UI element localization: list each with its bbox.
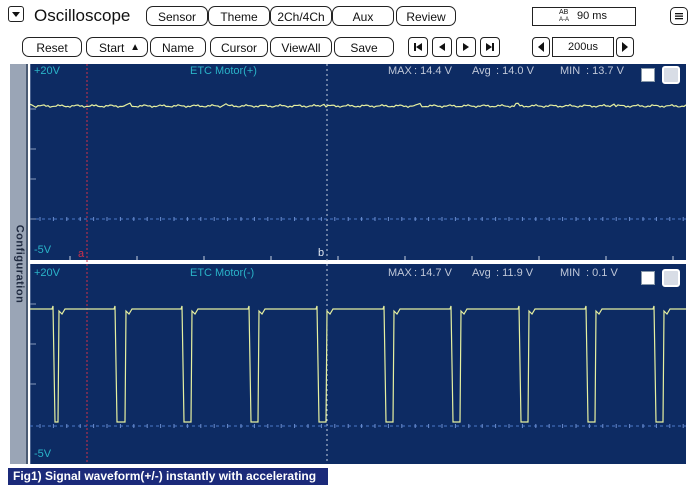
ch1-top-label: +20V	[34, 65, 60, 77]
ch1-max-label: MAX	[388, 65, 412, 77]
channels-button[interactable]: 2Ch/4Ch	[270, 6, 332, 26]
ch2-max-label: MAX	[388, 267, 412, 279]
ch2-name: ETC Motor(-)	[190, 267, 255, 279]
ch2-trace	[30, 305, 686, 423]
ch2-settings-button[interactable]	[662, 269, 680, 287]
ch1-trace	[30, 102, 686, 109]
skip-end-icon[interactable]	[480, 37, 500, 57]
cursor-b-label[interactable]: b	[318, 247, 324, 259]
save-button[interactable]: Save	[334, 37, 394, 57]
sample-rate-icon-sub: A-A	[559, 17, 570, 23]
control-toolbar: Reset Start ▲︎ Name Cursor ViewAll Save …	[0, 34, 700, 64]
cursor-a-label[interactable]: a	[78, 248, 84, 260]
ch1-min-value: : 13.7 V	[586, 65, 624, 77]
ch2-max-value: : 14.7 V	[414, 267, 452, 279]
ch1-settings-button[interactable]	[662, 66, 680, 84]
sample-rate-display[interactable]: AB A-A 90 ms	[532, 7, 636, 26]
ch2-bottom-label: -5V	[34, 448, 52, 460]
ch1-checkbox[interactable]	[641, 68, 655, 82]
top-toolbar: Oscilloscope Sensor Theme 2Ch/4Ch Aux Re…	[0, 0, 700, 30]
aux-button[interactable]: Aux	[332, 6, 394, 26]
review-button[interactable]: Review	[396, 6, 456, 26]
ch2-checkbox[interactable]	[641, 271, 655, 285]
timebase-value[interactable]: 200us	[552, 37, 614, 57]
ch1-avg-label: Avg	[472, 65, 491, 77]
sample-rate-value: 90 ms	[577, 10, 607, 22]
app-title: Oscilloscope	[34, 6, 131, 25]
viewall-button[interactable]: ViewAll	[270, 37, 332, 57]
sample-rate-icon: AB	[559, 9, 569, 16]
skip-start-icon[interactable]	[408, 37, 428, 57]
ch2-min-value: : 0.1 V	[586, 267, 618, 279]
waveform-canvas	[30, 64, 686, 464]
updown-icon: ▲︎	[130, 42, 140, 53]
ch1-name: ETC Motor(+)	[190, 65, 257, 77]
configuration-label-wrap: Configuration	[10, 64, 28, 464]
name-button[interactable]: Name	[150, 37, 206, 57]
menu-icon[interactable]	[670, 7, 688, 25]
ch1-min-label: MIN	[560, 65, 581, 77]
figure-caption: Fig1) Signal waveform(+/-) instantly wit…	[8, 468, 328, 485]
start-button[interactable]: Start ▲︎	[86, 37, 148, 57]
timebase-decrease-icon[interactable]	[532, 37, 550, 57]
theme-button[interactable]: Theme	[208, 6, 270, 26]
sensor-button[interactable]: Sensor	[146, 6, 208, 26]
configuration-label: Configuration	[13, 224, 26, 304]
ch1-max-value: : 14.4 V	[414, 65, 452, 77]
ch1-bottom-label: -5V	[34, 244, 52, 256]
step-back-icon[interactable]	[432, 37, 452, 57]
ch2-top-label: +20V	[34, 267, 60, 279]
timebase-increase-icon[interactable]	[616, 37, 634, 57]
scope-display[interactable]: +20V ETC Motor(+) MAX : 14.4 V Avg : 14.…	[30, 64, 686, 464]
start-label: Start	[99, 41, 125, 55]
channel-separator	[30, 260, 686, 264]
ch2-min-label: MIN	[560, 267, 581, 279]
reset-button[interactable]: Reset	[22, 37, 82, 57]
step-forward-icon[interactable]	[456, 37, 476, 57]
menu-dropdown-icon[interactable]	[8, 6, 24, 22]
cursor-button[interactable]: Cursor	[210, 37, 268, 57]
ch2-avg-value: : 11.9 V	[496, 267, 534, 279]
ch2-avg-label: Avg	[472, 267, 491, 279]
ch1-avg-value: : 14.0 V	[496, 65, 534, 77]
